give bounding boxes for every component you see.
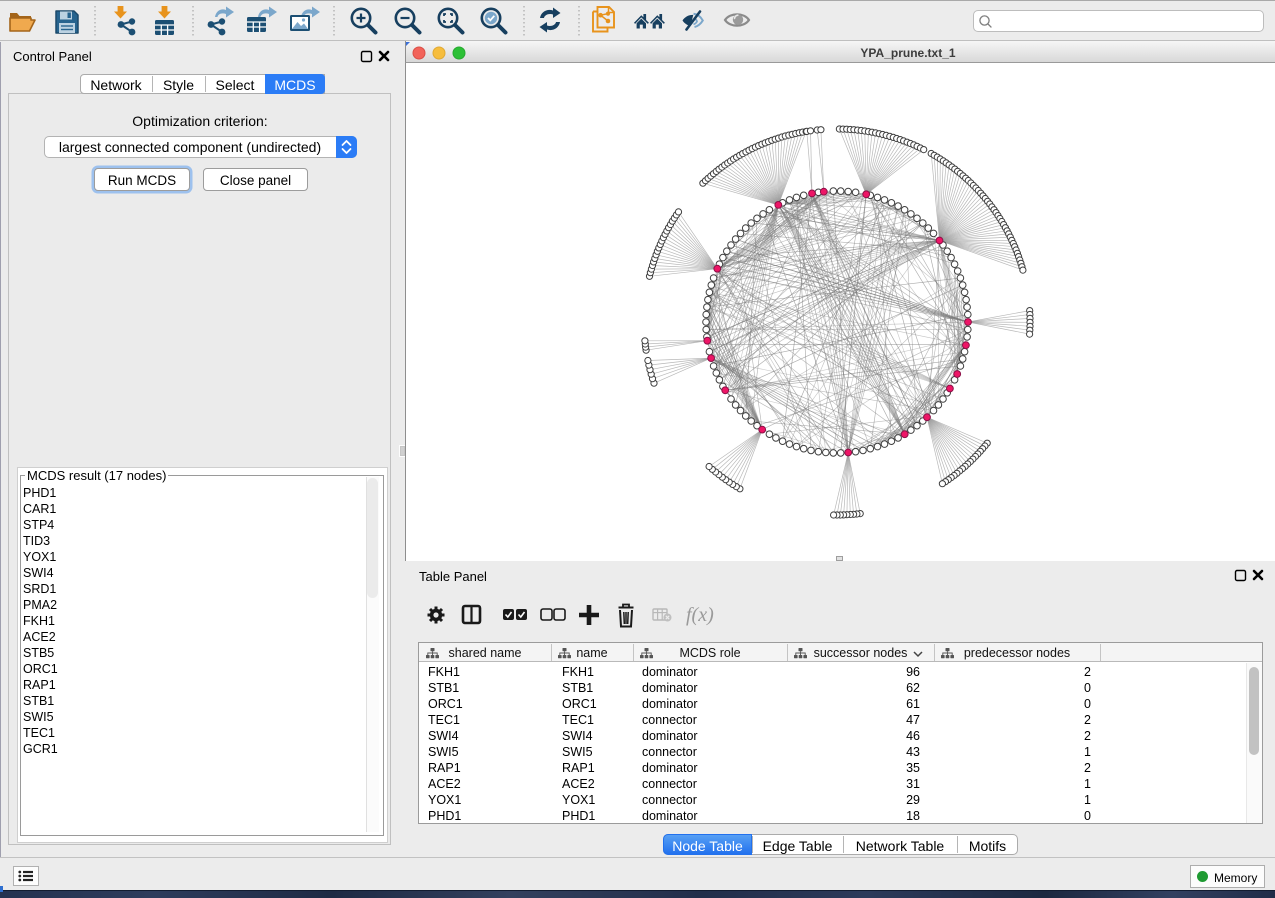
svg-text:f(x): f(x)	[686, 604, 714, 626]
